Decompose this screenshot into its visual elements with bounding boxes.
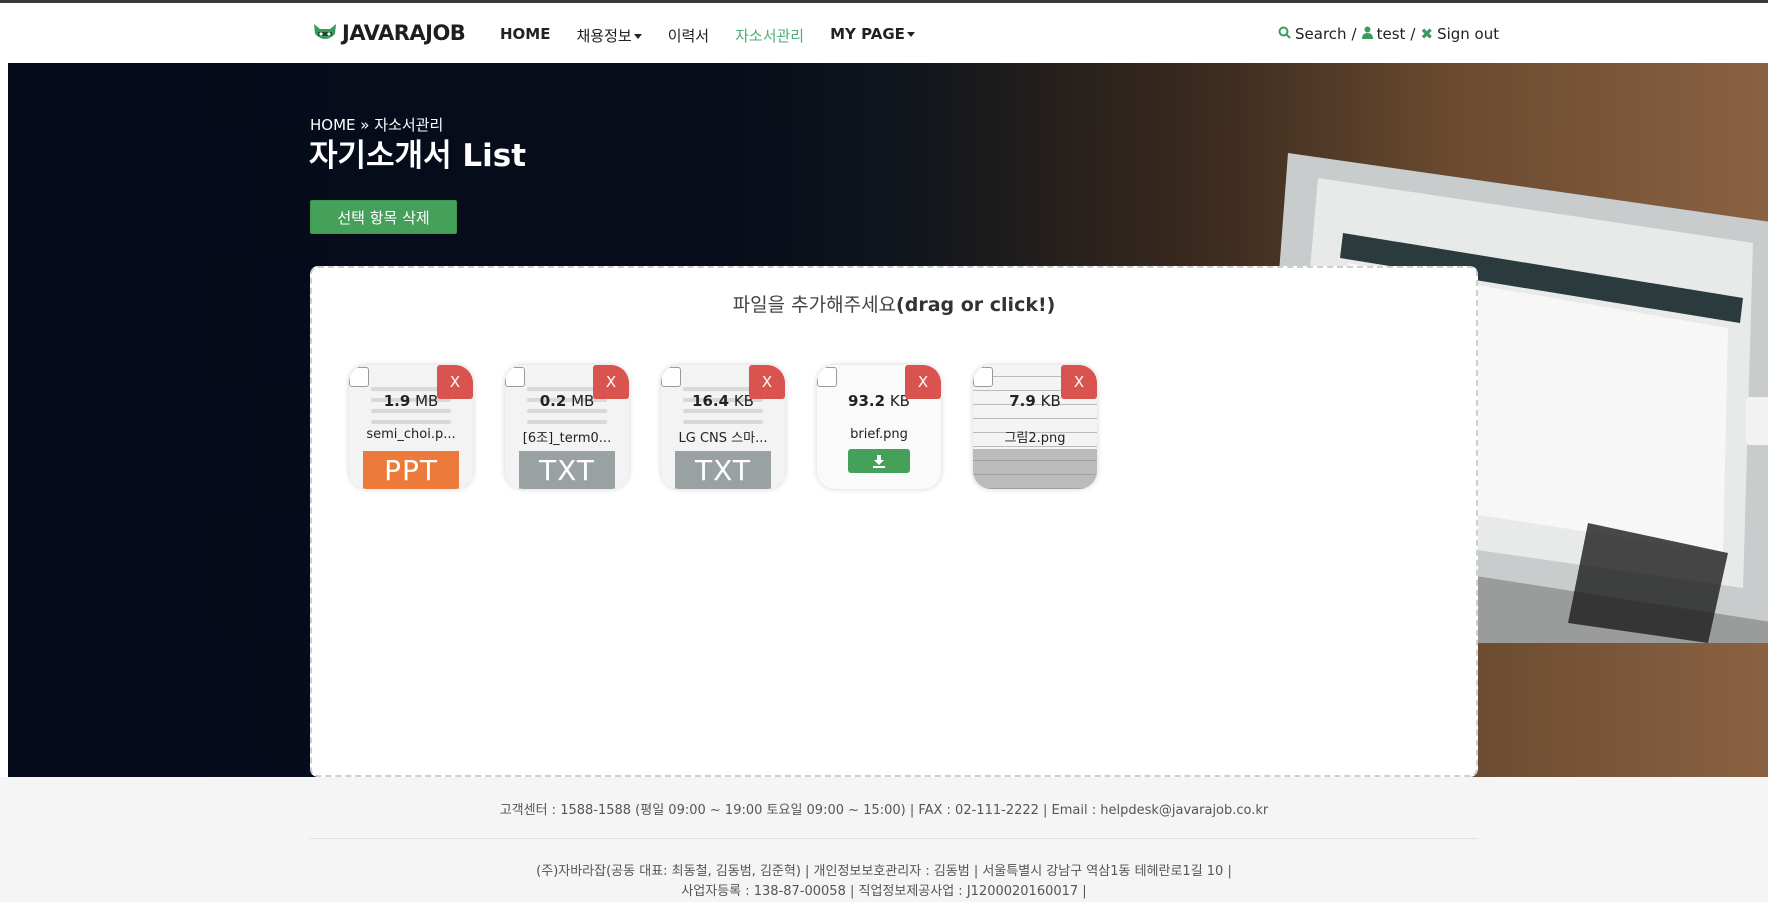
file-name: [6조]_term0...: [522, 431, 612, 446]
caret-down-icon: [633, 34, 642, 39]
remove-file-button[interactable]: X: [593, 365, 629, 399]
file-name: LG CNS 스마...: [678, 431, 768, 446]
nav-mypage-label: MY PAGE: [830, 25, 905, 43]
file-select-checkbox[interactable]: [661, 367, 681, 387]
signout-link[interactable]: Sign out: [1437, 25, 1499, 43]
page-title: 자기소개서 List: [309, 138, 527, 174]
nav-mypage[interactable]: MY PAGE: [830, 25, 915, 46]
download-button[interactable]: [848, 449, 910, 473]
separator: /: [1410, 25, 1416, 43]
file-preview[interactable]: 93.2 KB brief.png X: [817, 365, 941, 489]
file-preview[interactable]: 7.9 KB 그림2.png X: [973, 365, 1097, 489]
file-select-checkbox[interactable]: [349, 367, 369, 387]
side-tab[interactable]: [1746, 397, 1768, 445]
search-icon: [1278, 25, 1291, 43]
file-type-badge: PPT: [363, 451, 459, 489]
file-name: 그림2.png: [1004, 431, 1066, 446]
site-header: JAVARAJOB HOME 채용정보 이력서 자소서관리 MY PAGE Se…: [0, 3, 1768, 63]
file-select-checkbox[interactable]: [817, 367, 837, 387]
footer-divider: [310, 838, 1478, 839]
nav-jobs-label: 채용정보: [576, 27, 632, 45]
nav-cover-letter[interactable]: 자소서관리: [735, 25, 804, 46]
dropzone-message-en: (drag or click!): [896, 294, 1056, 316]
user-bar: Search / test / ✖ Sign out: [1278, 25, 1499, 43]
caret-down-icon: [906, 32, 915, 37]
file-name: brief.png: [850, 427, 908, 442]
close-icon: ✖: [1420, 25, 1434, 43]
logo-text: JAVARAJOB: [342, 21, 466, 45]
file-name: semi_choi.p...: [366, 427, 456, 442]
file-type-badge: TXT: [519, 451, 615, 489]
remove-file-button[interactable]: X: [1061, 365, 1097, 399]
remove-file-button[interactable]: X: [749, 365, 785, 399]
file-select-checkbox[interactable]: [973, 367, 993, 387]
file-preview[interactable]: 16.4 KB LG CNS 스마... TXT X: [661, 365, 785, 489]
remove-file-button[interactable]: X: [905, 365, 941, 399]
file-type-badge: TXT: [675, 451, 771, 489]
nav-resume[interactable]: 이력서: [668, 25, 709, 46]
site-logo[interactable]: JAVARAJOB: [312, 21, 466, 45]
nav-jobs[interactable]: 채용정보: [576, 25, 642, 46]
footer-company: (주)자바라잡(공동 대표: 최동철, 김동범, 김준혁) | 개인정보보호관리…: [536, 864, 1232, 879]
image-thumbnail-shade: [973, 449, 1097, 489]
search-link[interactable]: Search: [1295, 25, 1347, 43]
dropzone-message-kr: 파일을 추가해주세요: [732, 294, 897, 316]
remove-file-button[interactable]: X: [437, 365, 473, 399]
file-preview[interactable]: 0.2 MB [6조]_term0... TXT X: [505, 365, 629, 489]
delete-selected-button[interactable]: 선택 항목 삭제: [310, 200, 457, 234]
file-preview[interactable]: 1.9 MB semi_choi.p... PPT X: [349, 365, 473, 489]
nav-home[interactable]: HOME: [500, 25, 550, 46]
site-footer: 고객센터 : 1588-1588 (평일 09:00 ~ 19:00 토요일 0…: [0, 777, 1768, 902]
file-dropzone[interactable]: 파일을 추가해주세요(drag or click!) 1.9 MB semi_c…: [310, 266, 1478, 777]
main-nav: HOME 채용정보 이력서 자소서관리 MY PAGE: [500, 25, 941, 46]
footer-registration: 사업자등록 : 138-87-00058 | 직업정보제공사업 : J12000…: [681, 884, 1087, 899]
dropzone-message: 파일을 추가해주세요(drag or click!): [312, 290, 1476, 317]
user-icon: [1361, 25, 1373, 43]
raccoon-logo-icon: [314, 24, 336, 39]
download-icon: [873, 455, 885, 468]
footer-contact: 고객센터 : 1588-1588 (평일 09:00 ~ 19:00 토요일 0…: [499, 803, 1269, 818]
separator: /: [1351, 25, 1357, 43]
username-link[interactable]: test: [1377, 25, 1406, 43]
file-select-checkbox[interactable]: [505, 367, 525, 387]
